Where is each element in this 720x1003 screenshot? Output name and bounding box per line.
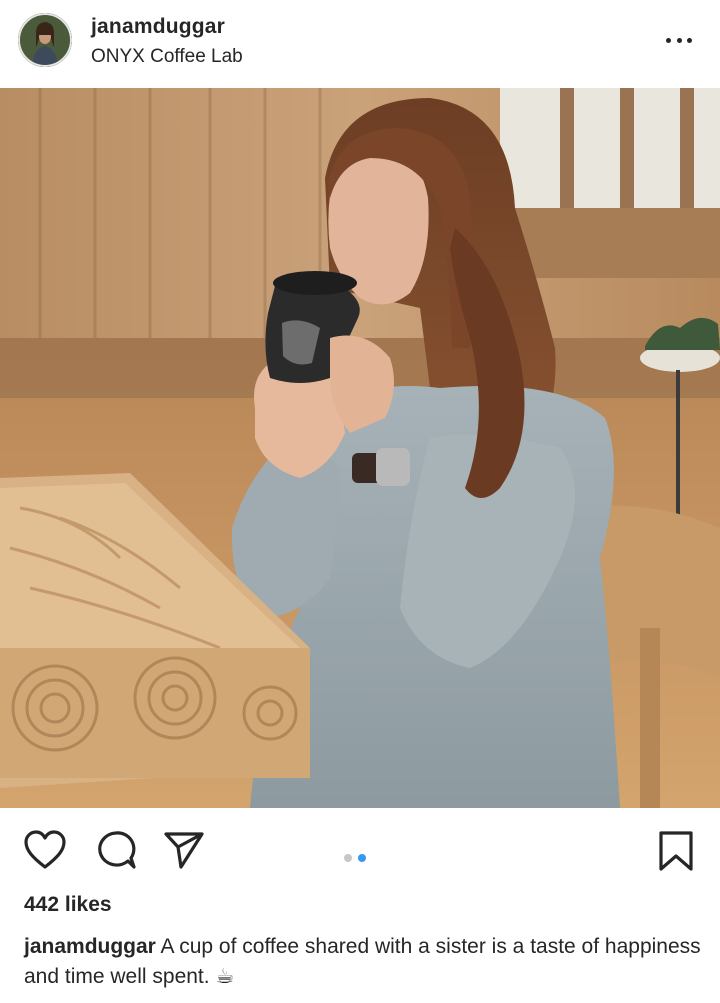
- post-caption: janamduggar A cup of coffee shared with …: [24, 932, 704, 992]
- likes-count[interactable]: 442 likes: [24, 893, 112, 917]
- post-photo[interactable]: [0, 88, 720, 808]
- comment-icon[interactable]: [95, 830, 137, 875]
- carousel-dot: [344, 854, 352, 862]
- coffee-emoji-icon: ☕: [215, 965, 235, 988]
- post-header: janamduggar ONYX Coffee Lab: [0, 0, 720, 88]
- bookmark-icon[interactable]: [658, 830, 694, 877]
- share-icon[interactable]: [163, 830, 205, 875]
- post-username[interactable]: janamduggar: [91, 15, 225, 39]
- carousel-indicator: [344, 854, 366, 862]
- caption-username[interactable]: janamduggar: [24, 935, 156, 958]
- post-location[interactable]: ONYX Coffee Lab: [91, 46, 243, 68]
- post-actions: [0, 808, 720, 896]
- photo-illustration: [0, 88, 720, 808]
- more-icon[interactable]: [666, 36, 692, 44]
- avatar[interactable]: [18, 13, 72, 67]
- heart-icon[interactable]: [24, 830, 66, 875]
- carousel-dot-active: [358, 854, 366, 862]
